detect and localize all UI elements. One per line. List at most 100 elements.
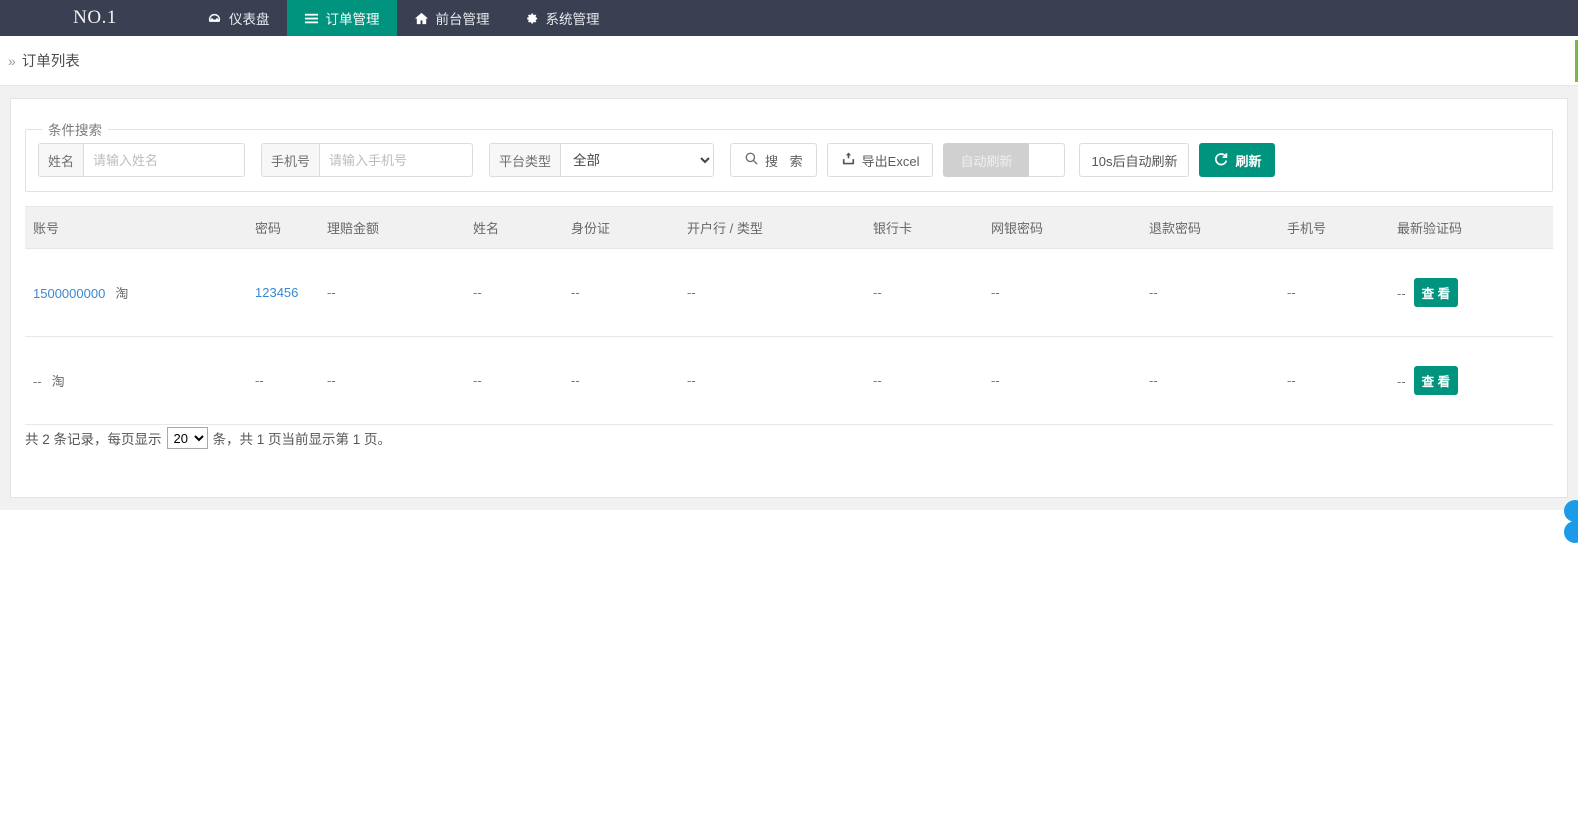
name-label: 姓名: [38, 143, 84, 177]
pagination-summary: 共 2 条记录，每页显示 20 条，共 1 页当前显示第 1 页。: [25, 427, 391, 449]
col-claim-amount: 理赔金额: [319, 206, 465, 249]
export-excel-button[interactable]: 导出Excel: [826, 143, 934, 177]
table-row: -- 淘 -- -- -- -- -- -- -- -- -- -- 查 看: [25, 336, 1553, 425]
col-password: 密码: [247, 206, 319, 249]
cell-name: --: [465, 248, 563, 337]
page-bottom-filler: [0, 510, 1578, 817]
auto-refresh-status: 10s后自动刷新: [1079, 143, 1190, 177]
cell-ebank-pwd: --: [983, 336, 1141, 425]
cell-phone: --: [1279, 248, 1389, 337]
name-input-group: 姓名: [38, 143, 246, 177]
search-button-label: 搜 索: [765, 153, 807, 169]
page-size-select[interactable]: 20: [166, 427, 208, 449]
export-excel-label: 导出Excel: [861, 153, 920, 169]
nav-item-system-management[interactable]: 系统管理: [507, 0, 617, 36]
auto-refresh-status-label: 10s后自动刷新: [1091, 153, 1178, 169]
account-platform-tag: 淘: [51, 374, 65, 389]
table-row: 1500000000 淘 123456 -- -- -- -- -- -- --: [25, 248, 1553, 337]
cell-account: -- 淘: [25, 336, 247, 425]
auto-refresh-interval-input[interactable]: [1029, 143, 1066, 177]
cell-refund-pwd: --: [1141, 248, 1279, 337]
cell-claim-amount: --: [319, 248, 465, 337]
cell-id-card: --: [563, 248, 679, 337]
password-link[interactable]: 123456: [255, 285, 298, 300]
search-controls-row: 姓名 手机号 平台类型 全部: [38, 143, 1540, 177]
search-button[interactable]: 搜 索: [730, 143, 817, 177]
pagination-prefix: 共 2 条记录，每页显示: [25, 432, 162, 447]
cell-bank-type: --: [679, 336, 865, 425]
cell-account: 1500000000 淘: [25, 248, 247, 337]
latest-code-value: --: [1397, 286, 1406, 301]
account-value: --: [33, 374, 42, 389]
orders-table-head: 账号 密码 理赔金额 姓名 身份证 开户行 / 类型 银行卡 网银密码 退款密码…: [25, 206, 1553, 249]
col-name: 姓名: [465, 206, 563, 249]
nav-label-order-management: 订单管理: [325, 12, 380, 27]
platform-select[interactable]: 全部: [560, 143, 715, 177]
breadcrumb-bar: » 订单列表: [0, 36, 1578, 86]
account-platform-tag: 淘: [115, 286, 129, 301]
list-icon: [304, 11, 319, 26]
cell-phone: --: [1279, 336, 1389, 425]
auto-refresh-button[interactable]: 自动刷新: [943, 143, 1030, 177]
refresh-icon: [1213, 151, 1229, 170]
cell-latest-code: -- 查 看: [1389, 336, 1553, 425]
col-refund-pwd: 退款密码: [1141, 206, 1279, 249]
brand-logo: NO.1: [73, 7, 117, 28]
dashboard-icon: [207, 11, 222, 26]
phone-input[interactable]: [319, 143, 474, 177]
refresh-button[interactable]: 刷新: [1199, 143, 1276, 177]
orders-table-wrapper: 账号 密码 理赔金额 姓名 身份证 开户行 / 类型 银行卡 网银密码 退款密码…: [25, 206, 1553, 425]
cell-bank-card: --: [865, 336, 983, 425]
platform-select-group: 平台类型 全部: [489, 143, 715, 177]
nav-item-frontend-management[interactable]: 前台管理: [397, 0, 507, 36]
auto-refresh-label: 自动刷新: [960, 153, 1013, 169]
nav-item-dashboard[interactable]: 仪表盘: [190, 0, 287, 36]
cell-bank-card: --: [865, 248, 983, 337]
breadcrumb-current-page: 订单列表: [21, 54, 80, 70]
nav-label-frontend-management: 前台管理: [435, 12, 490, 27]
phone-input-group: 手机号: [261, 143, 474, 177]
account-link[interactable]: 1500000000: [33, 286, 105, 301]
platform-label: 平台类型: [489, 143, 561, 177]
cell-name: --: [465, 336, 563, 425]
name-input[interactable]: [83, 143, 246, 177]
cell-password: --: [247, 336, 319, 425]
app-root: NO.1 仪表盘 订单管理 前台管理 系统管理 » 订单列表 条件搜索 姓名 请…: [0, 0, 1578, 817]
cell-password: 123456: [247, 248, 319, 337]
search-legend: 条件搜索: [48, 123, 102, 138]
search-icon: [744, 151, 759, 169]
nav-item-order-management[interactable]: 订单管理: [286, 0, 397, 36]
orders-table-body: 1500000000 淘 123456 -- -- -- -- -- -- --: [25, 248, 1553, 425]
breadcrumb-chevron-icon: »: [8, 52, 16, 69]
phone-label: 手机号: [261, 143, 320, 177]
home-icon: [414, 11, 429, 26]
col-bank-type: 开户行 / 类型: [679, 206, 865, 249]
col-phone: 手机号: [1279, 206, 1389, 249]
col-ebank-pwd: 网银密码: [983, 206, 1141, 249]
orders-table: 账号 密码 理赔金额 姓名 身份证 开户行 / 类型 银行卡 网银密码 退款密码…: [25, 206, 1553, 425]
nav-label-system-management: 系统管理: [545, 12, 600, 27]
top-navigation-bar: NO.1 仪表盘 订单管理 前台管理 系统管理: [0, 0, 1578, 36]
cell-latest-code: -- 查 看: [1389, 248, 1553, 337]
latest-code-value: --: [1397, 374, 1406, 389]
cell-claim-amount: --: [319, 336, 465, 425]
pagination-suffix: 条，共 1 页当前显示第 1 页。: [212, 432, 392, 447]
table-header-row: 账号 密码 理赔金额 姓名 身份证 开户行 / 类型 银行卡 网银密码 退款密码…: [25, 206, 1553, 249]
cell-ebank-pwd: --: [983, 248, 1141, 337]
gear-icon: [524, 11, 539, 26]
search-fieldset: 条件搜索 姓名 手机号 平台类型 全部: [25, 119, 1553, 192]
col-id-card: 身份证: [563, 206, 679, 249]
col-account: 账号: [25, 206, 247, 249]
refresh-button-label: 刷新: [1235, 153, 1262, 169]
cell-id-card: --: [563, 336, 679, 425]
view-code-button[interactable]: 查 看: [1413, 278, 1459, 307]
nav-label-dashboard: 仪表盘: [229, 12, 270, 27]
col-bank-card: 银行卡: [865, 206, 983, 249]
view-code-button[interactable]: 查 看: [1413, 366, 1459, 395]
col-latest-code: 最新验证码: [1389, 206, 1553, 249]
cell-refund-pwd: --: [1141, 336, 1279, 425]
content-area: 条件搜索 姓名 手机号 平台类型 全部: [0, 86, 1578, 510]
cell-bank-type: --: [679, 248, 865, 337]
export-icon: [841, 151, 856, 169]
order-list-panel: 条件搜索 姓名 手机号 平台类型 全部: [10, 98, 1568, 498]
